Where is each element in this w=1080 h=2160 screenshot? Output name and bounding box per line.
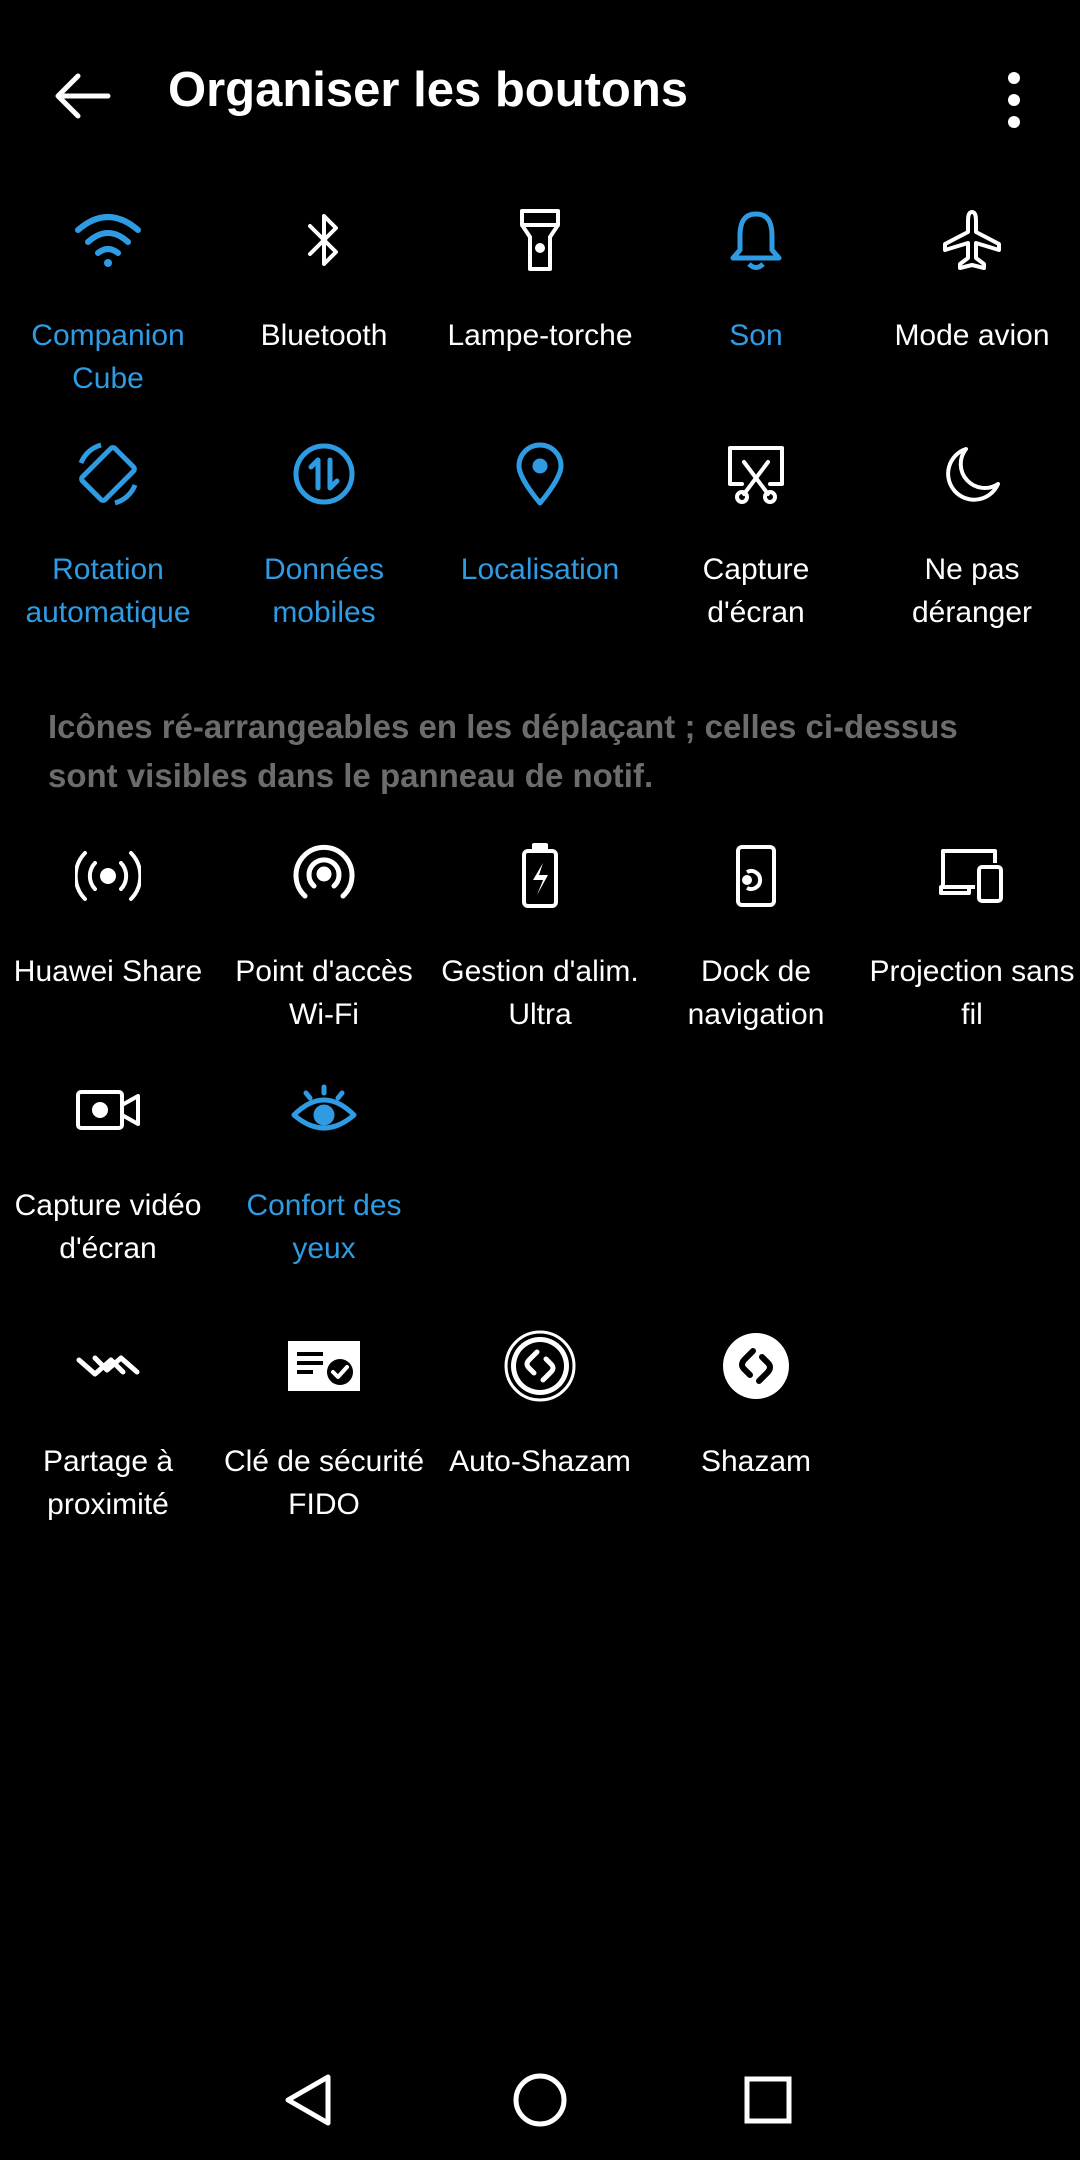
more-options-button[interactable] <box>990 60 1038 140</box>
tile-fido-key[interactable]: Clé de sécurité FIDO <box>216 1326 432 1526</box>
tile-eye-comfort[interactable]: Confort des yeux <box>216 1070 432 1270</box>
tile-label: Companion Cube <box>31 319 185 395</box>
tile-navigation-dock[interactable]: Dock de navigation <box>648 836 864 1036</box>
tile-hotspot[interactable]: Point d'accès Wi-Fi <box>216 836 432 1036</box>
battery-saver-icon <box>432 836 648 916</box>
tile-label: Localisation <box>460 553 620 586</box>
auto-rotate-icon <box>0 434 216 514</box>
app-bar: Organiser les boutons <box>0 0 1080 190</box>
nav-home-icon <box>513 2073 567 2127</box>
eye-comfort-icon <box>216 1070 432 1150</box>
tile-label: Gestion d'alim. Ultra <box>441 955 639 1031</box>
back-button[interactable] <box>42 56 122 136</box>
system-navigation-bar <box>0 2060 1080 2140</box>
tile-label: Capture vidéo d'écran <box>14 1189 202 1265</box>
tile-label: Partage à proximité <box>42 1445 174 1521</box>
tile-screenshot[interactable]: Capture d'écran <box>648 434 864 634</box>
tile-label: Dock de navigation <box>687 955 825 1031</box>
nav-recents-button[interactable] <box>728 2060 808 2140</box>
nav-recents-icon <box>744 2076 792 2124</box>
tile-auto-shazam[interactable]: Auto-Shazam <box>432 1326 648 1483</box>
bluetooth-icon <box>216 200 432 280</box>
page-title: Organiser les boutons <box>168 63 689 117</box>
airplane-icon <box>864 200 1080 280</box>
tile-screen-record[interactable]: Capture vidéo d'écran <box>0 1070 216 1270</box>
navigation-dock-icon <box>648 836 864 916</box>
bell-icon <box>648 200 864 280</box>
tile-label: Ne pas déranger <box>911 553 1033 629</box>
tile-bluetooth[interactable]: Bluetooth <box>216 200 432 357</box>
shazam-icon <box>648 1326 864 1406</box>
tile-label: Shazam <box>700 1445 812 1478</box>
nav-back-button[interactable] <box>268 2060 348 2140</box>
screen-record-icon <box>0 1070 216 1150</box>
auto-shazam-icon <box>432 1326 648 1406</box>
huawei-share-icon <box>0 836 216 916</box>
more-vert-icon <box>1008 72 1020 128</box>
tile-flashlight[interactable]: Lampe-torche <box>432 200 648 357</box>
tile-label: Huawei Share <box>13 955 203 988</box>
tile-label: Lampe-torche <box>447 319 633 352</box>
tile-location[interactable]: Localisation <box>432 434 648 591</box>
tile-shazam[interactable]: Shazam <box>648 1326 864 1483</box>
tile-label: Clé de sécurité FIDO <box>223 1445 425 1521</box>
tile-label: Auto-Shazam <box>449 1445 631 1478</box>
wireless-projection-icon <box>864 836 1080 916</box>
tile-label: Rotation automatique <box>25 553 191 629</box>
tile-label: Son <box>729 319 783 352</box>
tile-do-not-disturb[interactable]: Ne pas déranger <box>864 434 1080 634</box>
tile-wireless-projection[interactable]: Projection sans fil <box>864 836 1080 1036</box>
rearrange-hint: Icônes ré-arrangeables en les déplaçant … <box>48 708 958 794</box>
location-icon <box>432 434 648 514</box>
fido-key-icon <box>216 1326 432 1406</box>
tile-airplane-mode[interactable]: Mode avion <box>864 200 1080 357</box>
tile-label: Confort des yeux <box>246 1189 402 1265</box>
tile-label: Projection sans fil <box>869 955 1075 1031</box>
tile-auto-rotate[interactable]: Rotation automatique <box>0 434 216 634</box>
nearby-share-icon <box>0 1326 216 1406</box>
tile-label: Capture d'écran <box>702 553 810 629</box>
tile-ultra-power[interactable]: Gestion d'alim. Ultra <box>432 836 648 1036</box>
wifi-icon <box>0 200 216 280</box>
mobile-data-icon <box>216 434 432 514</box>
hotspot-icon <box>216 836 432 916</box>
screenshot-icon <box>648 434 864 514</box>
nav-home-button[interactable] <box>500 2060 580 2140</box>
tile-label: Données mobiles <box>263 553 385 629</box>
nav-back-icon <box>285 2074 331 2126</box>
tile-mobile-data[interactable]: Données mobiles <box>216 434 432 634</box>
tile-huawei-share[interactable]: Huawei Share <box>0 836 216 993</box>
moon-icon <box>864 434 1080 514</box>
tile-label: Point d'accès Wi-Fi <box>235 955 413 1031</box>
arrow-back-icon <box>55 73 111 119</box>
tile-label: Mode avion <box>894 319 1050 352</box>
tile-label: Bluetooth <box>260 319 388 352</box>
tile-companion-cube[interactable]: Companion Cube <box>0 200 216 400</box>
tile-sound[interactable]: Son <box>648 200 864 357</box>
flashlight-icon <box>432 200 648 280</box>
tile-nearby-share[interactable]: Partage à proximité <box>0 1326 216 1526</box>
